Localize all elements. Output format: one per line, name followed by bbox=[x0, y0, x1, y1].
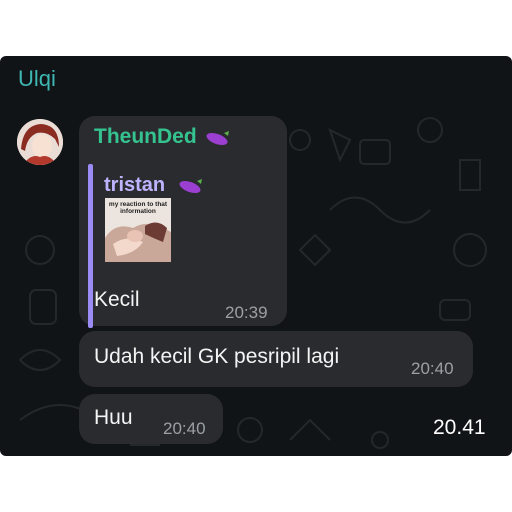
message-bubble[interactable]: Huu 20:40 bbox=[79, 394, 223, 444]
message-time: 20:40 bbox=[163, 419, 206, 438]
message-text: Kecil bbox=[94, 288, 140, 311]
message-text: Huu bbox=[94, 406, 133, 429]
message-time: 20:40 bbox=[411, 359, 454, 378]
chat-title[interactable]: Ulqi bbox=[18, 66, 56, 92]
message-text: Udah kecil GK pesripil lagi bbox=[94, 345, 340, 368]
reply-thumbnail[interactable]: my reaction to that information bbox=[105, 198, 171, 262]
eggplant-icon bbox=[206, 131, 229, 146]
eggplant-icon bbox=[179, 179, 202, 194]
reply-accent-bar bbox=[88, 164, 93, 328]
overlay-timestamp: 20.41 bbox=[433, 416, 486, 439]
message-bubble[interactable]: TheunDed tristan my reaction to that inf… bbox=[79, 116, 287, 328]
thumbnail-caption: my reaction to that information bbox=[108, 201, 168, 215]
reply-sender-name: tristan bbox=[104, 174, 166, 196]
message-time: 20:39 bbox=[225, 303, 268, 322]
message-bubble[interactable]: Udah kecil GK pesripil lagi 20:40 bbox=[79, 331, 473, 387]
sender-avatar[interactable] bbox=[17, 119, 63, 165]
chat-window: Ulqi TheunDed tristan my reaction to tha… bbox=[0, 56, 512, 456]
sender-name[interactable]: TheunDed bbox=[94, 125, 197, 149]
